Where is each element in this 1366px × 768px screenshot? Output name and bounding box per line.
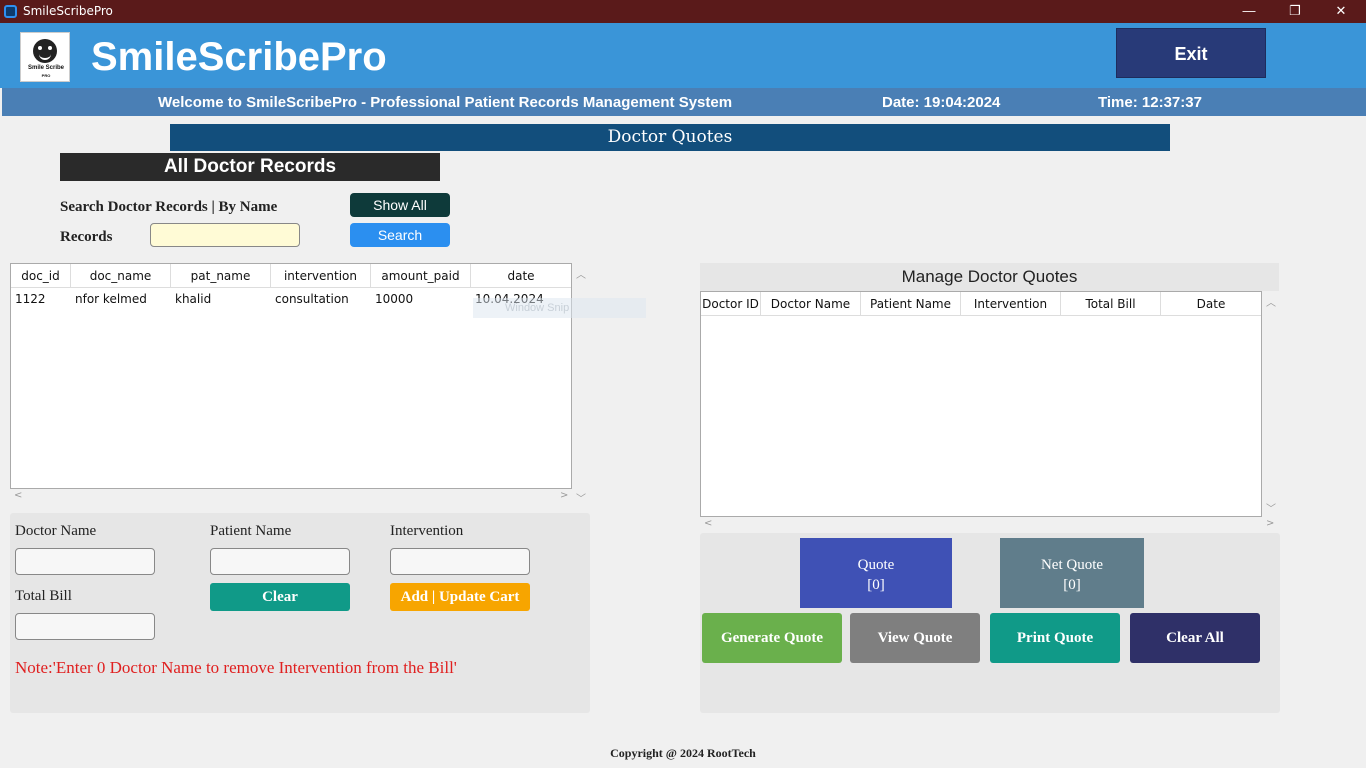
add-update-cart-button[interactable]: Add | Update Cart (390, 583, 530, 611)
exit-button[interactable]: Exit (1116, 28, 1266, 78)
scroll-right-icon[interactable]: > (560, 490, 568, 501)
intervention-label: Intervention (390, 523, 464, 539)
logo-subtext: PRO (41, 73, 51, 78)
logo: Smile Scribe PRO (20, 32, 70, 82)
minimize-icon[interactable]: — (1226, 0, 1272, 23)
welcome-message: Welcome to SmileScribePro - Professional… (158, 94, 733, 111)
column-header[interactable]: Doctor Name (761, 292, 861, 316)
smile-logo-icon (33, 39, 57, 63)
current-date: Date: 19:04:2024 (882, 94, 1001, 111)
copyright-text: Copyright @ 2024 RootTech (610, 746, 756, 760)
table-header: doc_id doc_name pat_name intervention am… (11, 264, 571, 288)
search-input[interactable] (150, 223, 300, 247)
patient-name-label: Patient Name (210, 523, 292, 539)
print-quote-button[interactable]: Print Quote (990, 613, 1120, 663)
current-time: Time: 12:37:37 (1098, 94, 1202, 111)
search-button[interactable]: Search (350, 223, 450, 247)
generate-quote-button[interactable]: Generate Quote (702, 613, 842, 663)
records-heading: All Doctor Records (60, 153, 440, 181)
total-bill-label: Total Bill (15, 588, 72, 604)
net-quote-display: Net Quote [0] (1000, 538, 1144, 608)
scroll-down-icon[interactable]: ﹀ (576, 490, 586, 505)
table-header: Doctor ID Doctor Name Patient Name Inter… (701, 292, 1261, 316)
clear-all-button[interactable]: Clear All (1130, 613, 1260, 663)
scroll-right-icon[interactable]: > (1266, 518, 1274, 529)
net-quote-value: [0] (1063, 577, 1081, 593)
column-header[interactable]: pat_name (171, 264, 271, 288)
table-cell: 1122 (15, 292, 46, 306)
app-header: Smile Scribe PRO SmileScribePro Exit (0, 23, 1366, 88)
welcome-bar: Welcome to SmileScribePro - Professional… (2, 88, 1366, 116)
scroll-down-icon[interactable]: ﹀ (1266, 500, 1276, 515)
patient-name-field[interactable] (210, 548, 350, 575)
note-text: Note:'Enter 0 Doctor Name to remove Inte… (15, 658, 457, 677)
column-header[interactable]: doc_name (71, 264, 171, 288)
clear-button[interactable]: Clear (210, 583, 350, 611)
column-header[interactable]: Intervention (961, 292, 1061, 316)
scroll-left-icon[interactable]: < (14, 490, 22, 501)
ghost-overlay: Window Snip (473, 298, 646, 318)
quote-value: [0] (867, 577, 885, 593)
table-cell: khalid (175, 292, 212, 306)
doctor-name-field[interactable] (15, 548, 155, 575)
doctor-records-table[interactable]: doc_id doc_name pat_name intervention am… (10, 263, 572, 489)
column-header[interactable]: doc_id (11, 264, 71, 288)
scroll-up-icon[interactable]: ︿ (1266, 294, 1276, 309)
manage-quotes-title: Manage Doctor Quotes (700, 263, 1279, 291)
quote-label: Quote (857, 557, 895, 573)
column-header[interactable]: Patient Name (861, 292, 961, 316)
quote-display: Quote [0] (800, 538, 952, 608)
app-icon (4, 5, 17, 18)
total-bill-field[interactable] (15, 613, 155, 640)
intervention-field[interactable] (390, 548, 530, 575)
section-title: Doctor Quotes (170, 124, 1170, 151)
logo-text: Smile Scribe (27, 65, 65, 71)
search-label: Search Doctor Records | By Name (60, 199, 278, 215)
column-header[interactable]: Date (1161, 292, 1261, 316)
column-header[interactable]: amount_paid (371, 264, 471, 288)
column-header[interactable]: Doctor ID (701, 292, 761, 316)
close-icon[interactable]: ✕ (1318, 0, 1364, 23)
column-header[interactable]: intervention (271, 264, 371, 288)
show-all-button[interactable]: Show All (350, 193, 450, 217)
net-quote-label: Net Quote (1040, 557, 1104, 573)
quotes-table[interactable]: Doctor ID Doctor Name Patient Name Inter… (700, 291, 1262, 517)
scroll-left-icon[interactable]: < (704, 518, 712, 529)
maximize-icon[interactable]: ❐ (1272, 0, 1318, 23)
table-cell: consultation (275, 292, 349, 306)
window-titlebar: SmileScribePro — ❐ ✕ (0, 0, 1366, 23)
table-cell: 10000 (375, 292, 414, 306)
view-quote-button[interactable]: View Quote (850, 613, 980, 663)
records-label: Records (60, 229, 113, 245)
column-header[interactable]: Total Bill (1061, 292, 1161, 316)
scroll-up-icon[interactable]: ︿ (576, 266, 586, 281)
doctor-name-label: Doctor Name (15, 523, 97, 539)
column-header[interactable]: date (471, 264, 571, 288)
window-title: SmileScribePro (23, 4, 113, 18)
brand-title: SmileScribePro (91, 35, 387, 79)
table-cell: nfor kelmed (75, 292, 147, 306)
